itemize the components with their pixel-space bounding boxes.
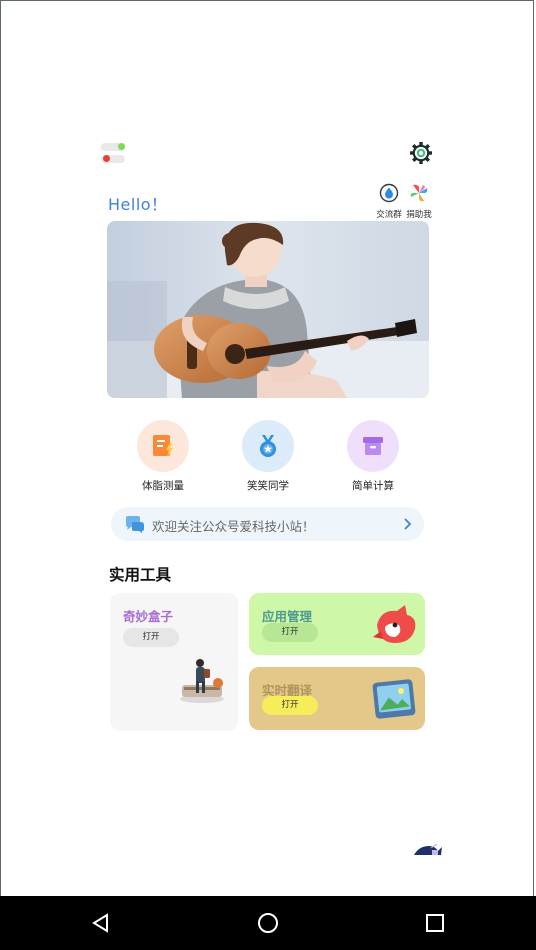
box-icon — [347, 420, 399, 472]
medal-icon — [242, 420, 294, 472]
drop-icon — [379, 183, 399, 203]
system-navigation-bar — [0, 896, 536, 950]
card-realtime-translate-open-button[interactable]: 打开 — [262, 696, 318, 715]
recents-square-icon[interactable] — [424, 912, 446, 934]
floating-whale-icon[interactable] — [413, 842, 443, 858]
pinwheel-icon — [410, 184, 428, 202]
chevron-right-icon — [404, 518, 412, 530]
card-magic-box[interactable]: 奇妙盒子 打开 — [110, 593, 238, 731]
greeting-text: Hello！ — [108, 195, 168, 214]
picture-frame-icon — [372, 679, 416, 719]
body-fat-button[interactable]: 体脂测量 — [123, 420, 203, 493]
notice-bar[interactable]: 欢迎关注公众号爱科技小站！ — [111, 507, 424, 541]
settings-gear-icon[interactable] — [408, 140, 434, 166]
toggle-dot-red — [103, 155, 110, 162]
body-fat-label: 体脂测量 — [142, 480, 184, 492]
xiaoxiao-button[interactable]: 笑笑同学 — [228, 420, 308, 493]
simple-calc-button[interactable]: 简单计算 — [333, 420, 413, 493]
card-magic-box-open-button[interactable]: 打开 — [123, 628, 179, 647]
notice-text: 欢迎关注公众号爱科技小站！ — [152, 519, 315, 534]
theme-toggle[interactable] — [101, 142, 125, 164]
card-magic-box-title: 奇妙盒子 — [123, 609, 174, 624]
donate-button[interactable]: 捐助我 — [403, 183, 435, 220]
toggle-dot-green — [118, 143, 125, 150]
tools-section-title: 实用工具 — [109, 566, 172, 584]
chat-bubble-icon — [126, 516, 144, 533]
donate-label: 捐助我 — [406, 210, 432, 220]
card-app-manager-open-button[interactable]: 打开 — [262, 623, 318, 642]
traveler-illustration-icon — [180, 659, 224, 703]
card-app-manager[interactable]: 应用管理 打开 — [249, 593, 425, 655]
hero-banner-image[interactable] — [107, 221, 429, 398]
note-lightning-icon — [137, 420, 189, 472]
back-triangle-icon[interactable] — [90, 912, 112, 934]
group-chat-button[interactable]: 交流群 — [373, 183, 405, 220]
card-realtime-translate[interactable]: 实时翻译 打开 — [249, 667, 425, 730]
group-chat-label: 交流群 — [376, 210, 402, 220]
xiaoxiao-label: 笑笑同学 — [247, 480, 289, 492]
fox-mascot-icon — [373, 605, 416, 643]
home-circle-icon[interactable] — [256, 911, 280, 935]
simple-calc-label: 简单计算 — [352, 480, 394, 492]
